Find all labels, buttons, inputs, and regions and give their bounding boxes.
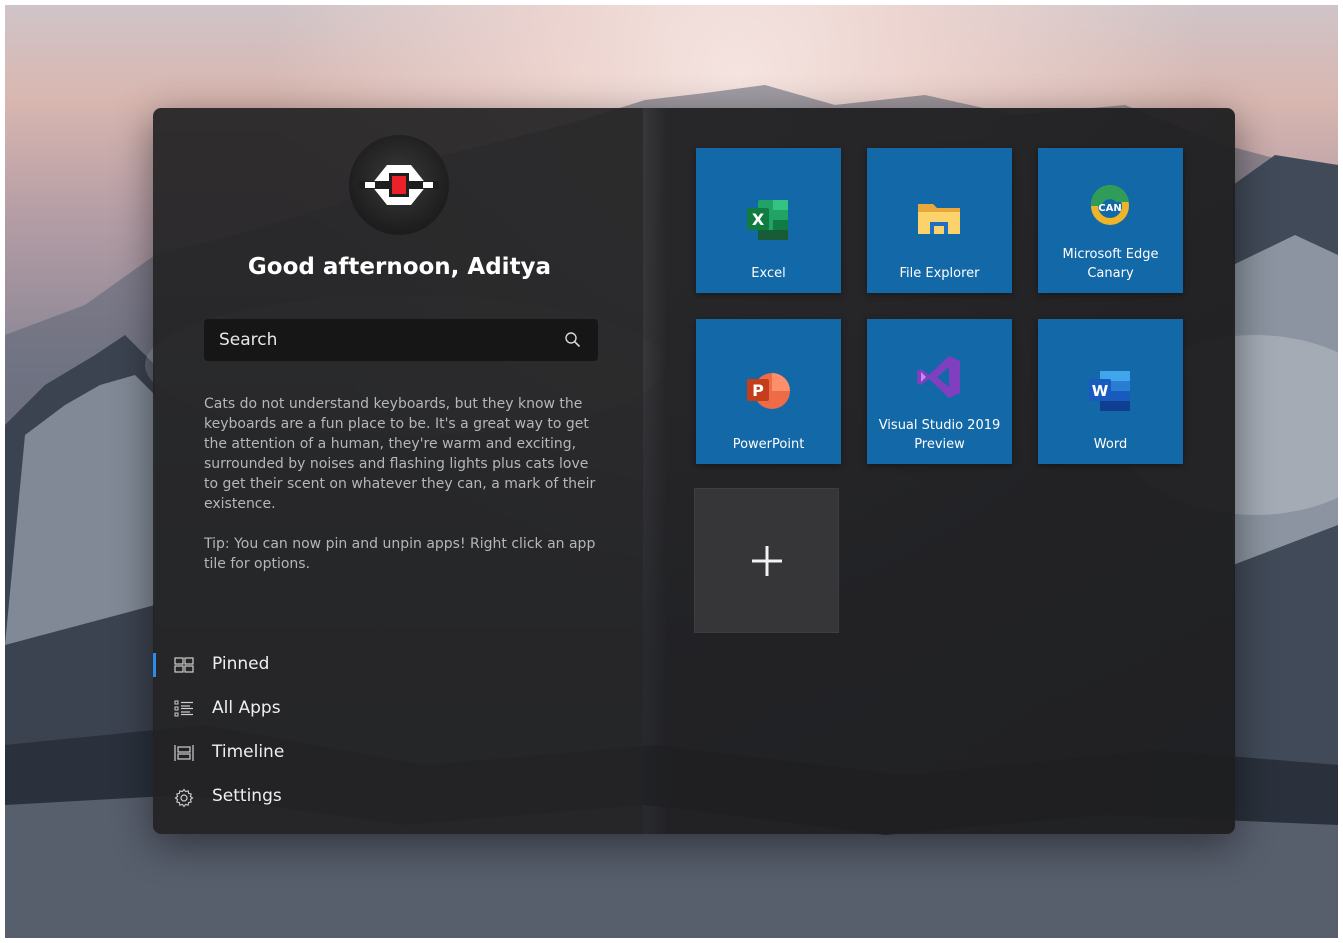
nav-menu: Pinned All Apps Timeline Settings bbox=[153, 643, 643, 819]
start-menu-panel: Good afternoon, Aditya Search Cats do no… bbox=[153, 108, 1235, 834]
nav-item-pinned[interactable]: Pinned bbox=[153, 643, 643, 687]
tile-powerpoint[interactable]: P PowerPoint bbox=[696, 319, 841, 464]
list-icon bbox=[174, 700, 193, 717]
pinned-icon bbox=[174, 657, 194, 673]
left-pane: Good afternoon, Aditya Search Cats do no… bbox=[153, 108, 643, 834]
svg-text:CAN: CAN bbox=[1098, 203, 1121, 214]
file-explorer-icon bbox=[918, 204, 960, 234]
greeting-title: Good afternoon, Aditya bbox=[247, 254, 552, 280]
visual-studio-icon bbox=[917, 356, 960, 398]
add-tile-button[interactable] bbox=[694, 488, 839, 633]
tile-excel[interactable]: X Excel bbox=[696, 148, 841, 293]
tile-label: Microsoft Edge Canary bbox=[1062, 247, 1159, 281]
svg-text:X: X bbox=[752, 210, 765, 229]
avatar-logo-icon bbox=[359, 165, 439, 205]
search-box[interactable]: Search bbox=[204, 319, 598, 361]
tip-text: Tip: You can now pin and unpin apps! Rig… bbox=[204, 536, 596, 572]
tile-label: Excel bbox=[751, 266, 786, 281]
fact-text: Cats do not understand keyboards, but th… bbox=[204, 396, 596, 512]
timeline-icon bbox=[174, 745, 194, 761]
nav-label-all-apps: All Apps bbox=[212, 698, 281, 718]
search-icon[interactable] bbox=[564, 331, 582, 349]
gear-icon bbox=[174, 788, 194, 808]
word-icon: W bbox=[1089, 371, 1130, 411]
excel-icon: X bbox=[747, 200, 788, 240]
nav-item-all-apps[interactable]: All Apps bbox=[153, 687, 643, 731]
search-placeholder: Search bbox=[219, 330, 278, 350]
avatar[interactable] bbox=[349, 135, 449, 235]
tile-label: Visual Studio 2019 Preview bbox=[878, 418, 1001, 452]
nav-item-timeline[interactable]: Timeline bbox=[153, 731, 643, 775]
cat-fact: Cats do not understand keyboards, but th… bbox=[204, 394, 596, 574]
nav-label-timeline: Timeline bbox=[212, 742, 285, 762]
edge-canary-icon: CAN bbox=[1090, 184, 1129, 225]
tile-label: File Explorer bbox=[899, 266, 980, 281]
tile-word[interactable]: W Word bbox=[1038, 319, 1183, 464]
nav-label-pinned: Pinned bbox=[212, 654, 270, 674]
tile-label: Word bbox=[1093, 437, 1128, 452]
plus-icon bbox=[752, 546, 782, 576]
svg-text:P: P bbox=[752, 381, 764, 400]
nav-item-settings[interactable]: Settings bbox=[153, 775, 643, 819]
svg-text:W: W bbox=[1092, 382, 1109, 400]
tile-edge-canary[interactable]: CAN Microsoft Edge Canary bbox=[1038, 148, 1183, 293]
selected-indicator bbox=[153, 653, 156, 677]
tile-visual-studio[interactable]: Visual Studio 2019 Preview bbox=[867, 319, 1012, 464]
tile-file-explorer[interactable]: File Explorer bbox=[867, 148, 1012, 293]
tile-label: PowerPoint bbox=[732, 437, 805, 452]
powerpoint-icon: P bbox=[747, 373, 790, 409]
nav-label-settings: Settings bbox=[212, 786, 282, 806]
